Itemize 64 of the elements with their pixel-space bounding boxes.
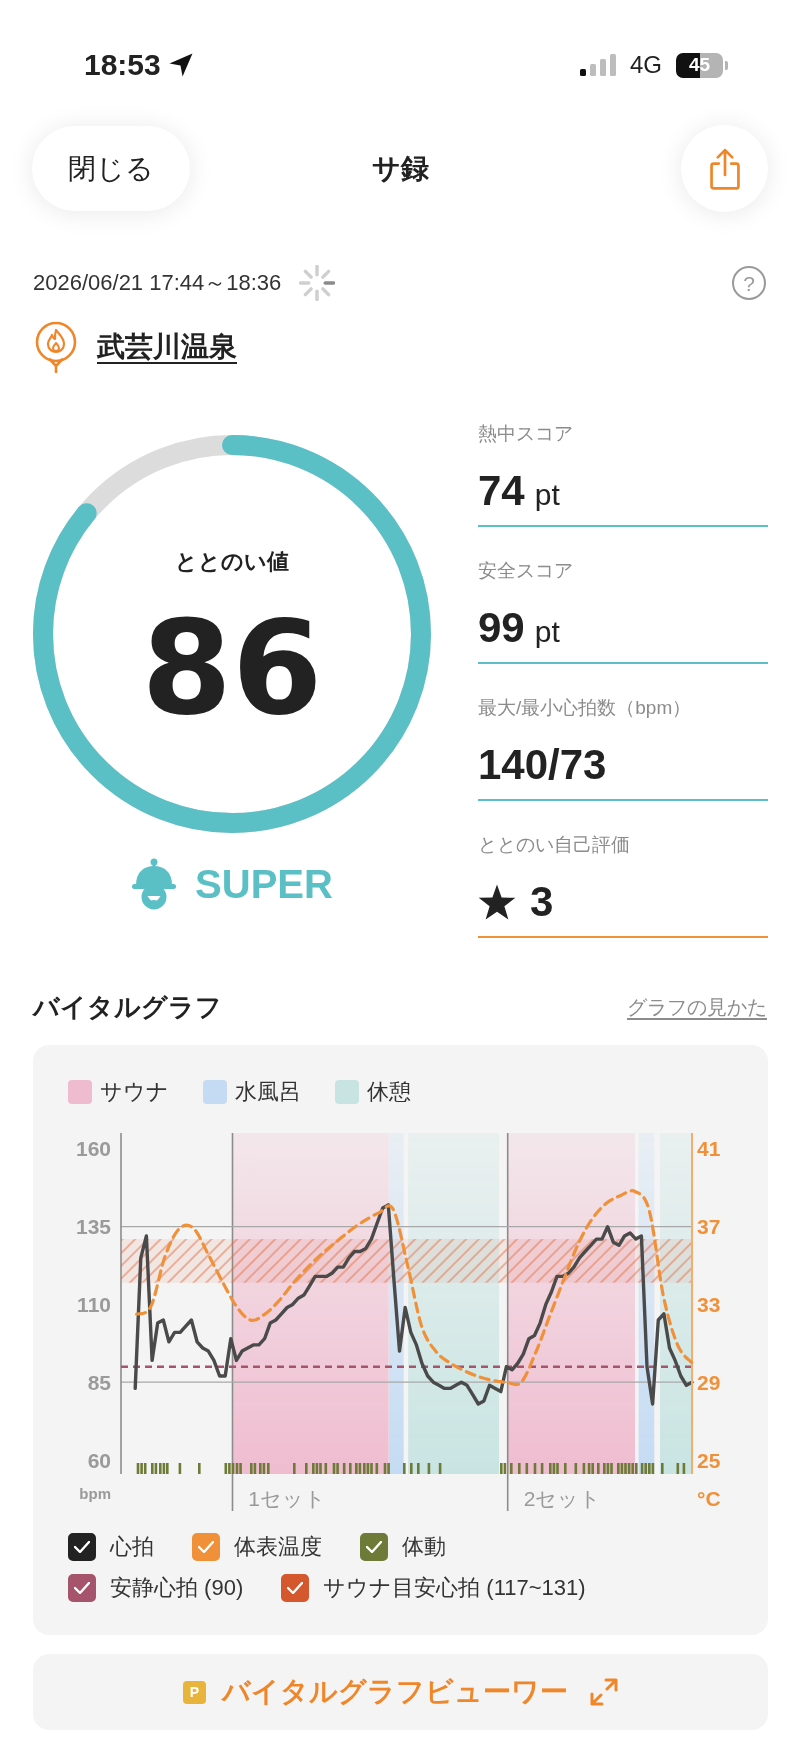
checkbox-label: 体動 [402, 1533, 446, 1561]
metric-value: 74 [478, 466, 525, 516]
axis-tick-label: 60 [87, 1448, 111, 1472]
premium-badge: P [183, 1680, 206, 1704]
axis-tick-label: 37 [697, 1215, 721, 1238]
screen-title: サ録 [371, 151, 429, 186]
loading-spinner-icon [299, 265, 336, 301]
axis-tick-label: 160 [75, 1137, 111, 1161]
checkbox-label: 安静心拍 (90) [110, 1574, 244, 1602]
session-datetime: 2026/06/21 17:44～18:36 [33, 269, 282, 297]
legend-label: 水風呂 [235, 1078, 301, 1106]
rank-label: SUPER [195, 861, 333, 907]
metric-unit: pt [534, 614, 560, 650]
flame-pin-icon [33, 321, 79, 373]
metric-value: 140/73 [478, 740, 607, 790]
axis-tick-label: 85 [87, 1370, 111, 1394]
axis-tick-label: 29 [697, 1370, 721, 1394]
checkbox[interactable] [281, 1574, 310, 1602]
close-button[interactable]: 閉じる [32, 126, 190, 211]
section-title: バイタルグラフ [33, 990, 222, 1024]
score-value: 86 [141, 603, 323, 733]
checkbox-label: サウナ目安心拍 (117~131) [323, 1574, 586, 1602]
expand-icon [590, 1678, 618, 1706]
metric-label: 最大/最小心拍数（bpm） [478, 696, 693, 720]
checkmark-icon [74, 1582, 90, 1594]
share-icon [709, 147, 740, 190]
signal-icon [580, 54, 616, 76]
axis-tick-label: 41 [697, 1137, 721, 1161]
axis-tick-label: 25 [697, 1448, 721, 1472]
metric-unit: pt [534, 477, 560, 513]
status-time: 18:53 [84, 48, 161, 82]
rating-value: 3 [530, 877, 554, 927]
metric-label: 熱中スコア [478, 422, 574, 446]
checkbox-label: 体表温度 [234, 1533, 322, 1561]
axis-unit-label: °C [697, 1486, 721, 1510]
location-arrow-icon [168, 53, 193, 77]
checkbox[interactable] [68, 1533, 96, 1561]
axis-unit-label: bpm [79, 1484, 111, 1502]
checkbox[interactable] [192, 1533, 220, 1561]
checkmark-icon [74, 1541, 90, 1553]
graph-guide-link[interactable]: グラフの見かた [627, 993, 767, 1021]
checkbox[interactable] [68, 1574, 96, 1602]
checkmark-icon [198, 1541, 214, 1553]
set-label: 2セット [523, 1486, 602, 1510]
checkmark-icon [287, 1582, 304, 1594]
axis-tick-label: 33 [697, 1293, 721, 1316]
metric-label: ととのい自己評価 [478, 833, 631, 857]
star-icon [478, 884, 516, 920]
network-type: 4G [630, 51, 662, 79]
checkmark-icon [366, 1541, 382, 1553]
score-label: ととのい値 [175, 548, 289, 576]
mascot-icon [131, 858, 178, 910]
axis-tick-label: 110 [77, 1292, 111, 1316]
legend-label: 休憩 [367, 1078, 411, 1106]
legend-label: サウナ [100, 1078, 169, 1106]
metric-label: 安全スコア [478, 559, 574, 583]
help-button[interactable]: ? [732, 266, 766, 300]
axis-tick-label: 135 [75, 1215, 111, 1239]
set-label: 1セット [248, 1486, 326, 1510]
graph-viewer-button[interactable]: P バイタルグラフビューワー [33, 1654, 768, 1730]
checkbox-label: 心拍 [110, 1533, 154, 1561]
checkbox[interactable] [360, 1533, 388, 1561]
venue-link[interactable]: 武芸川温泉 [97, 328, 237, 366]
metric-value: 99 [478, 603, 525, 653]
